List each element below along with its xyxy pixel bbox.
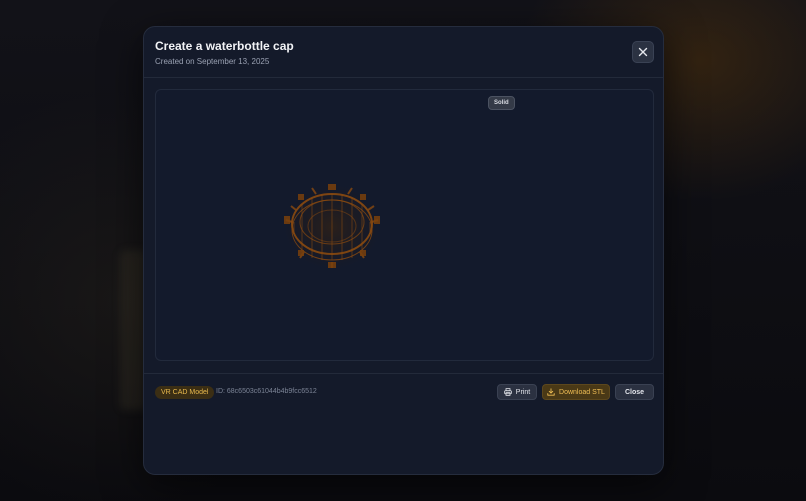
close-modal-button[interactable] bbox=[632, 41, 654, 63]
close-label: Close bbox=[624, 388, 645, 396]
waterbottle-cap-model bbox=[284, 184, 380, 269]
3d-model-viewer[interactable]: Solid bbox=[155, 89, 654, 361]
close-icon bbox=[638, 47, 648, 57]
model-detail-modal: Create a waterbottle cap Created on Sept… bbox=[143, 26, 664, 475]
render-mode-toggle[interactable]: Solid bbox=[488, 96, 515, 110]
download-stl-button[interactable]: Download STL bbox=[542, 384, 610, 400]
footer-divider bbox=[144, 373, 663, 374]
download-label: Download STL bbox=[559, 388, 605, 396]
modal-title: Create a waterbottle cap bbox=[155, 39, 294, 53]
model-type-badge: VR CAD Model bbox=[155, 386, 215, 399]
print-button[interactable]: Print bbox=[497, 384, 537, 400]
close-button[interactable]: Close bbox=[615, 384, 654, 400]
print-label: Print bbox=[515, 388, 531, 396]
model-id-text: ID: 68c6503c61044b4b9fcc6512 bbox=[216, 388, 317, 395]
download-icon bbox=[547, 388, 555, 396]
modal-subtitle: Created on September 13, 2025 bbox=[155, 57, 270, 66]
modal-header: Create a waterbottle cap Created on Sept… bbox=[144, 27, 663, 78]
printer-icon bbox=[504, 388, 512, 396]
